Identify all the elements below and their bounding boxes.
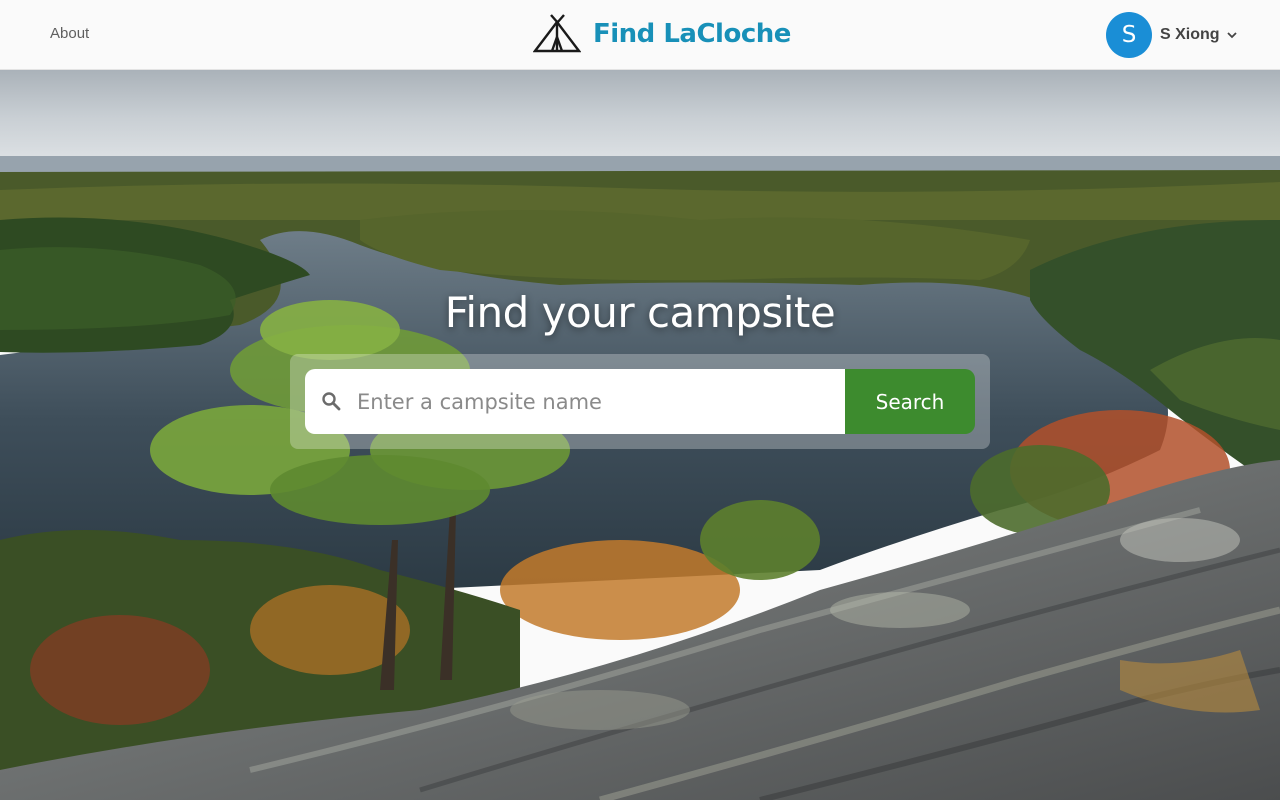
about-link[interactable]: About — [50, 25, 89, 42]
user-menu[interactable]: S S Xiong — [1106, 12, 1238, 58]
brand-name: Find LaCloche — [593, 19, 791, 49]
chevron-down-icon — [1226, 32, 1237, 39]
hero-title: Find your campsite — [444, 288, 836, 337]
avatar: S — [1106, 12, 1152, 58]
hero-section: Find your campsite Search — [0, 70, 1280, 800]
tent-icon — [533, 14, 581, 53]
search-panel: Search — [290, 354, 990, 449]
search-button[interactable]: Search — [845, 369, 975, 434]
campsite-search-input[interactable] — [305, 369, 845, 434]
top-navigation-bar: About Find LaCloche S S Xiong — [0, 0, 1280, 70]
search-icon — [322, 392, 341, 411]
search-field[interactable] — [305, 369, 845, 434]
user-name: S Xiong — [1160, 26, 1220, 43]
campsite-search-form: Search — [305, 369, 975, 434]
brand-home-link[interactable]: Find LaCloche — [533, 12, 791, 56]
